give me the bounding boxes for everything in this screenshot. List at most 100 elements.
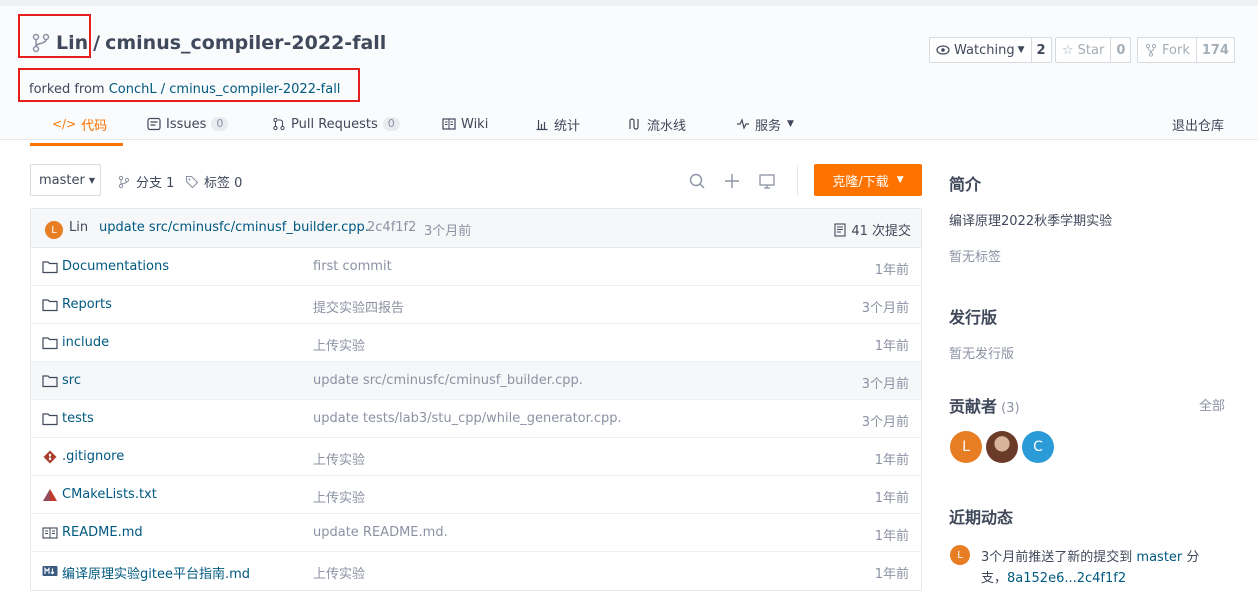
- avatar[interactable]: L: [45, 221, 63, 239]
- tab-label: Issues: [166, 116, 207, 132]
- file-commit-message[interactable]: first commit: [313, 259, 392, 274]
- tab-wiki[interactable]: Wiki: [442, 112, 488, 136]
- tab-issues[interactable]: Issues 0: [147, 112, 229, 136]
- tab-label: 服务: [755, 118, 782, 134]
- branches-label: 分支 1: [136, 176, 175, 191]
- contributors-header: 贡献者 (3) 全部: [949, 393, 1229, 417]
- toolbar-divider: [797, 166, 798, 196]
- file-name-link[interactable]: include: [62, 335, 109, 350]
- annotation-box-owner: [18, 14, 91, 58]
- commit-author-link[interactable]: Lin: [69, 220, 88, 235]
- file-time: 1年前: [874, 263, 909, 278]
- activity-branch-link[interactable]: master: [1136, 550, 1182, 565]
- table-row[interactable]: src update src/cminusfc/cminusf_builder.c…: [31, 362, 921, 400]
- file-commit-message[interactable]: update src/cminusfc/cminusf_builder.cpp.: [313, 373, 583, 388]
- file-name-link[interactable]: README.md: [62, 525, 143, 540]
- last-commit-bar: L Lin update src/cminusfc/cminusf_builde…: [31, 209, 921, 248]
- clone-download-button[interactable]: 克隆/下载 ▼: [814, 164, 922, 196]
- commit-count-link[interactable]: 41 次提交: [833, 220, 911, 239]
- file-name-link[interactable]: CMakeLists.txt: [62, 487, 157, 502]
- repo-tabs: </> 代码 Issues 0 Pull Requests 0 Wiki 统计 …: [0, 102, 1258, 145]
- monitor-icon[interactable]: [758, 172, 776, 190]
- folder-icon: [42, 336, 58, 350]
- avatar[interactable]: L: [950, 431, 982, 463]
- watch-group: Watching ▼ 2: [929, 37, 1052, 63]
- commit-message-link[interactable]: update src/cminusfc/cminusf_builder.cpp.: [99, 220, 369, 235]
- pr-count-badge: 0: [382, 117, 400, 131]
- tab-label: 代码: [81, 118, 108, 134]
- tab-pipeline[interactable]: 流水线: [628, 112, 686, 136]
- exit-repo-link[interactable]: 退出仓库: [1172, 112, 1224, 136]
- search-icon[interactable]: [688, 172, 706, 190]
- folder-icon: [42, 374, 58, 388]
- book-icon: [442, 118, 456, 130]
- table-row[interactable]: .gitignore 上传实验 1年前: [31, 438, 921, 476]
- repo-description: 编译原理2022秋季学期实验: [949, 214, 1113, 229]
- code-icon: </>: [52, 117, 77, 131]
- file-name-link[interactable]: tests: [62, 411, 94, 426]
- fork-button[interactable]: Fork: [1138, 38, 1196, 62]
- repo-name-link[interactable]: cminus_compiler-2022-fall: [105, 32, 386, 54]
- no-release: 暂无发行版: [949, 347, 1015, 362]
- file-commit-message[interactable]: 上传实验: [313, 563, 365, 582]
- avatar[interactable]: L: [950, 545, 970, 565]
- activity-text: 支，: [981, 571, 1008, 586]
- avatar[interactable]: C: [1022, 431, 1054, 463]
- pull-request-icon: [273, 117, 285, 131]
- contributors-title: 贡献者: [949, 397, 998, 416]
- bar-chart-icon: [536, 120, 548, 131]
- fork-count[interactable]: 174: [1195, 38, 1234, 62]
- file-time: 3个月前: [861, 301, 909, 316]
- folder-icon: [42, 412, 58, 426]
- table-row[interactable]: include 上传实验 1年前: [31, 324, 921, 362]
- table-row[interactable]: Documentations first commit 1年前: [31, 248, 921, 286]
- branch-name: master: [39, 172, 85, 188]
- file-commit-message[interactable]: 提交实验四报告: [313, 297, 404, 316]
- tab-pull-requests[interactable]: Pull Requests 0: [272, 112, 400, 136]
- eye-icon: [936, 45, 950, 55]
- file-commit-message[interactable]: 上传实验: [313, 335, 365, 354]
- tags-link[interactable]: 标签 0: [185, 172, 242, 191]
- branches-link[interactable]: 分支 1: [117, 172, 174, 191]
- active-tab-indicator: [30, 143, 123, 146]
- file-commit-message[interactable]: update tests/lab3/stu_cpp/while_generato…: [313, 411, 622, 426]
- branch-select[interactable]: master ▼: [30, 164, 101, 196]
- plus-icon[interactable]: [723, 172, 741, 190]
- tags-label: 标签 0: [204, 176, 243, 191]
- watch-label: Watching: [954, 42, 1015, 58]
- cmake-file-icon: [42, 488, 58, 502]
- file-commit-message[interactable]: update README.md.: [313, 525, 448, 540]
- table-row[interactable]: 编译原理实验gitee平台指南.md 上传实验 1年前: [31, 552, 921, 590]
- annotation-box-forked: [18, 68, 360, 102]
- contributors-all-link[interactable]: 全部: [1199, 395, 1225, 414]
- table-row[interactable]: tests update tests/lab3/stu_cpp/while_gen…: [31, 400, 921, 438]
- file-name-link[interactable]: .gitignore: [62, 449, 124, 464]
- file-name-link[interactable]: Reports: [62, 297, 112, 312]
- commit-sha-link[interactable]: 2c4f1f2: [367, 220, 416, 235]
- star-count[interactable]: 0: [1110, 38, 1130, 62]
- star-button[interactable]: ☆ Star: [1056, 38, 1110, 62]
- file-name-link[interactable]: src: [62, 373, 81, 388]
- file-name-link[interactable]: Documentations: [62, 259, 169, 274]
- watch-count[interactable]: 2: [1030, 38, 1051, 62]
- activity-commit-range-link[interactable]: 8a152e6...2c4f1f2: [1007, 571, 1126, 586]
- file-time: 1年前: [874, 339, 909, 354]
- tab-label: 统计: [554, 118, 581, 134]
- table-row[interactable]: README.md update README.md. 1年前: [31, 514, 921, 552]
- watch-button[interactable]: Watching ▼: [930, 38, 1031, 62]
- tab-label: Pull Requests: [291, 116, 378, 132]
- avatar[interactable]: [986, 431, 1018, 463]
- table-row[interactable]: Reports 提交实验四报告 3个月前: [31, 286, 921, 324]
- issues-icon: [147, 117, 161, 131]
- intro-title: 简介: [949, 175, 982, 194]
- file-commit-message[interactable]: 上传实验: [313, 487, 365, 506]
- tab-stats[interactable]: 统计: [535, 112, 580, 136]
- tab-code[interactable]: </> 代码: [52, 112, 107, 136]
- git-file-icon: [42, 450, 58, 464]
- file-name-link[interactable]: 编译原理实验gitee平台指南.md: [62, 563, 250, 582]
- tab-services[interactable]: 服务 ▼: [736, 112, 794, 136]
- file-commit-message[interactable]: 上传实验: [313, 449, 365, 468]
- book-file-icon: [42, 526, 58, 540]
- table-row[interactable]: CMakeLists.txt 上传实验 1年前: [31, 476, 921, 514]
- caret-down-icon: ▼: [787, 119, 794, 129]
